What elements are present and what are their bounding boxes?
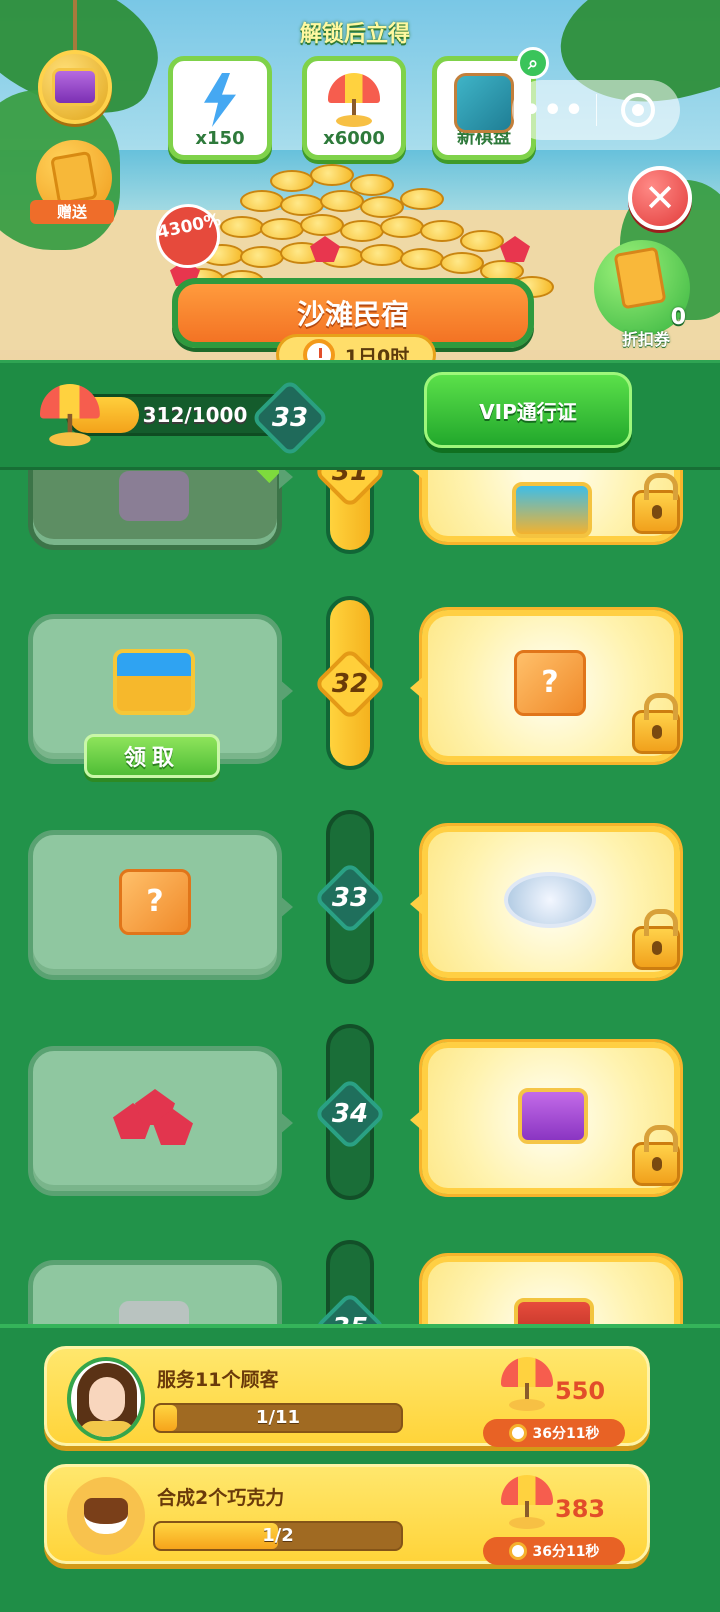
task-time-text: 36分11秒	[532, 1426, 600, 1442]
search-icon[interactable]: ⌕	[517, 47, 549, 79]
mystery-box-icon: ?	[514, 650, 586, 716]
coupon-ticket-icon	[613, 246, 667, 310]
task-reward: 550	[555, 1377, 606, 1405]
tasks-panel: 服务11个顾客 1/11 550 36分11秒 合成2个巧克力 1/2 383 …	[0, 1324, 720, 1612]
task-time-text: 36分11秒	[532, 1544, 600, 1560]
reward-value: x6000	[323, 128, 385, 149]
chest-icon	[119, 471, 189, 521]
clock-icon	[508, 1424, 527, 1442]
level-marker: 34	[313, 1077, 387, 1151]
level-marker: 33	[313, 861, 387, 935]
close-button[interactable]: ✕	[628, 166, 692, 230]
level-number: 33	[331, 883, 369, 913]
vip-reward-card[interactable]	[410, 470, 680, 542]
vip-reward-card[interactable]	[410, 826, 680, 978]
customer-avatar	[67, 1357, 145, 1441]
vip-reward-card[interactable]: ?	[410, 610, 680, 762]
mini-program-capsule: •••	[512, 80, 680, 140]
reward-track-list[interactable]: 31 领取 32 ? ? 33 34	[0, 470, 720, 1325]
check-icon	[241, 470, 309, 483]
chest-icon	[52, 68, 98, 106]
more-button[interactable]: •••	[512, 93, 596, 128]
reward-card-coins[interactable]: x6000	[302, 56, 406, 160]
ticket-icon	[50, 150, 98, 206]
level-number: 31	[331, 470, 369, 487]
claim-button[interactable]: 领取	[84, 734, 220, 778]
red-chest-icon	[514, 1298, 594, 1325]
lightning-icon	[200, 73, 240, 127]
reward-value: x150	[195, 128, 245, 149]
task-timer: 36分11秒	[483, 1537, 625, 1565]
beach-umbrella-icon	[501, 1357, 555, 1411]
beach-umbrella-icon	[501, 1475, 555, 1529]
lock-icon	[632, 909, 680, 970]
level-marker: 35	[313, 1291, 387, 1325]
gems-icon	[113, 1089, 197, 1153]
beach-umbrella-icon	[328, 73, 380, 127]
progress-text: 312/1000	[142, 403, 248, 427]
treasure-chest-button[interactable]	[38, 50, 112, 124]
stone-chest-icon	[119, 1301, 189, 1325]
level-marker: 31	[313, 470, 387, 509]
task-name: 合成2个巧克力	[157, 1487, 285, 1509]
purple-chest-icon	[518, 1088, 588, 1144]
vip-pass-label: VIP通行证	[479, 399, 577, 424]
task-reward: 383	[555, 1495, 606, 1523]
task-progress-text: 1/11	[255, 1407, 301, 1428]
claim-label: 领取	[123, 746, 180, 771]
level-number: 32	[331, 669, 369, 699]
free-reward-card[interactable]	[28, 1260, 282, 1325]
task-progress-text: 1/2	[262, 1525, 294, 1546]
coupon-button[interactable]: 0	[594, 240, 690, 336]
unlock-title: 解锁后立得	[299, 22, 410, 47]
game-board-icon	[454, 73, 514, 133]
task-card[interactable]: 服务11个顾客 1/11 550 36分11秒	[44, 1346, 650, 1447]
vip-reward-card[interactable]	[410, 1256, 680, 1325]
current-level: 33	[271, 403, 309, 433]
lock-icon	[632, 693, 680, 754]
mystery-box-icon: ?	[119, 869, 191, 935]
level-number: 34	[331, 1099, 369, 1129]
task-card[interactable]: 合成2个巧克力 1/2 383 36分11秒	[44, 1464, 650, 1565]
level-marker: 32	[313, 647, 387, 721]
free-reward-card[interactable]: ?	[28, 830, 293, 980]
chest-icon	[512, 482, 592, 538]
event-title: 沙滩民宿	[296, 298, 409, 331]
coupon-label: 折扣券	[621, 330, 670, 349]
plate-icon	[504, 872, 596, 928]
chocolate-cake-icon	[67, 1477, 145, 1555]
exit-button[interactable]	[597, 93, 681, 127]
lock-icon	[632, 1125, 680, 1186]
reward-card-energy[interactable]: x150	[168, 56, 272, 160]
gift-label: 赠送	[30, 200, 114, 224]
level-number: 35	[318, 1296, 382, 1325]
task-name: 服务11个顾客	[157, 1369, 279, 1391]
vip-pass-button[interactable]: VIP通行证	[424, 372, 632, 448]
beach-umbrella-icon	[40, 384, 104, 448]
lock-icon	[632, 473, 680, 534]
task-timer: 36分11秒	[483, 1419, 625, 1447]
free-reward-card[interactable]	[28, 470, 309, 550]
target-icon	[621, 93, 656, 127]
vip-reward-card[interactable]	[410, 1042, 680, 1194]
chest-icon	[113, 649, 195, 715]
clock-icon	[508, 1542, 527, 1560]
free-reward-card[interactable]	[28, 1046, 293, 1196]
